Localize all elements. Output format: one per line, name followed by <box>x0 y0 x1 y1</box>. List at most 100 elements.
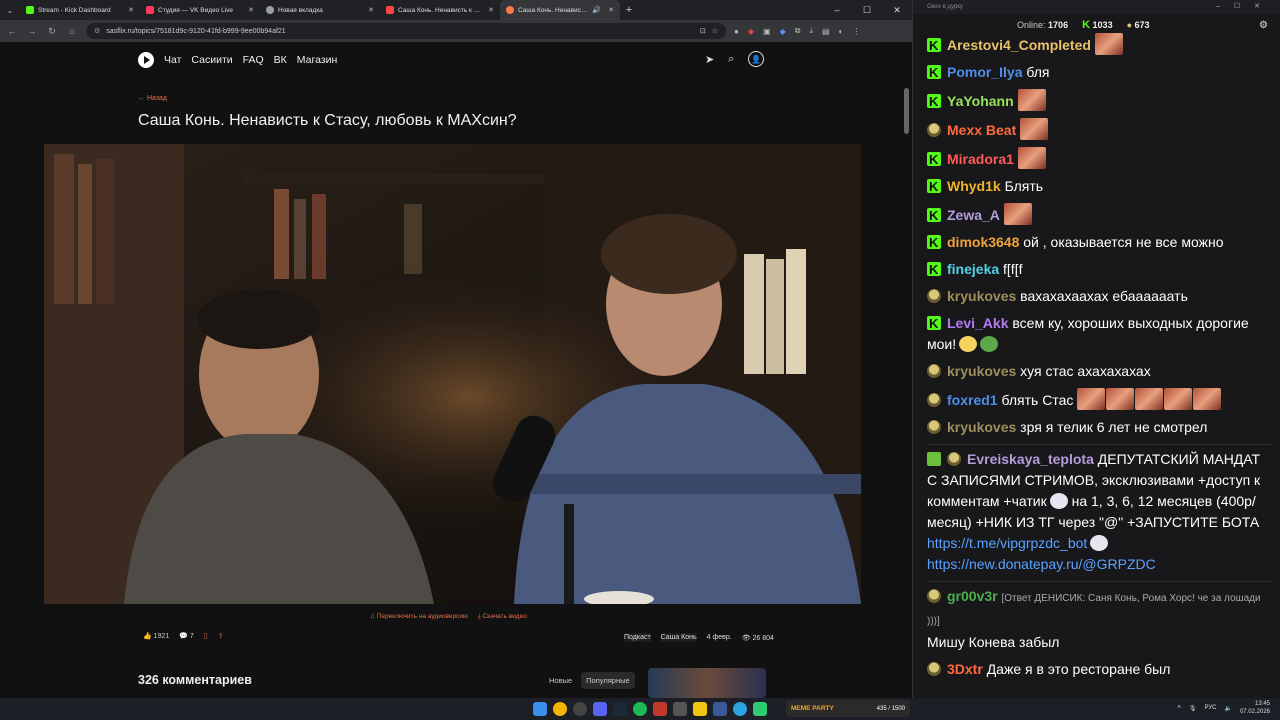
related-video-thumbnail[interactable] <box>648 668 766 698</box>
app-icon[interactable] <box>713 702 727 716</box>
chat-username[interactable]: Levi_Akk <box>947 315 1008 331</box>
reload-icon[interactable]: ↻ <box>46 26 58 37</box>
sort-new-tab[interactable]: Новые <box>544 672 577 689</box>
sort-popular-tab[interactable]: Популярные <box>581 672 635 689</box>
profile-icon[interactable]: ◐ <box>839 27 844 36</box>
extension-icon[interactable]: ◆ <box>748 27 754 36</box>
clock[interactable]: 13:45 07.02.2026 <box>1240 700 1270 716</box>
emote-icon <box>959 336 978 352</box>
share-icon[interactable]: ⇪ <box>218 632 224 640</box>
steam-icon[interactable] <box>613 702 627 716</box>
lang-indicator[interactable]: РУС <box>1204 705 1216 711</box>
tab-sasflix-active[interactable]: Саша Конь. Ненависть к С 🔊 ✕ <box>500 0 620 20</box>
extension-icon[interactable]: ▣ <box>763 27 771 36</box>
chrome-icon[interactable] <box>553 702 567 716</box>
tab-new-tab[interactable]: Новая вкладка ✕ <box>260 0 380 20</box>
close-icon[interactable]: ✕ <box>608 6 614 14</box>
nav-vk[interactable]: ВК <box>274 54 287 66</box>
comments-button[interactable]: 💬 7 <box>179 632 194 640</box>
nav-chat[interactable]: Чат <box>164 54 181 66</box>
close-icon[interactable]: ✕ <box>368 6 374 14</box>
telegram-bot-link[interactable]: https://t.me/vipgrpzdc_bot <box>927 535 1087 551</box>
back-arrow-icon[interactable]: ← <box>6 26 18 36</box>
chat-username[interactable]: kryukoves <box>947 419 1016 435</box>
chevron-up-icon[interactable]: ˄ <box>1177 705 1181 711</box>
chat-username[interactable]: Whyd1k <box>947 178 1001 194</box>
chat-message: finejeka f[f[f <box>927 259 1273 280</box>
url-input[interactable]: ⚙ sasflix.ru/topics/75181d9c-9120-41fd-b… <box>86 23 726 39</box>
menu-icon[interactable]: ⋮ <box>852 27 860 36</box>
extension-icon[interactable]: ◆ <box>780 27 786 36</box>
maximize-icon[interactable]: ☐ <box>852 0 882 20</box>
tab-vk-studio[interactable]: Студия — VK Видео Live ✕ <box>140 0 260 20</box>
nav-faq[interactable]: FAQ <box>243 54 264 66</box>
explorer-icon[interactable] <box>693 702 707 716</box>
install-icon[interactable]: ⊡ <box>700 27 706 35</box>
chat-username[interactable]: Mexx Beat <box>947 122 1016 138</box>
chat-username[interactable]: dimok3648 <box>947 234 1019 250</box>
like-button[interactable]: 👍 1921 <box>143 632 169 640</box>
download-video-link[interactable]: ⤓ Скачать видео <box>478 613 527 621</box>
send-icon[interactable]: ➤ <box>705 53 714 66</box>
tab-kick-dashboard[interactable]: Stream - Kick Dashboard ✕ <box>20 0 140 20</box>
user-avatar-icon[interactable]: 👤 <box>748 51 765 67</box>
app-icon[interactable] <box>673 702 687 716</box>
chat-username[interactable]: gr00v3r <box>947 588 998 604</box>
discord-icon[interactable] <box>593 702 607 716</box>
kick-badge-icon <box>927 259 941 280</box>
app-icon[interactable] <box>653 702 667 716</box>
audio-icon[interactable]: 🔊 <box>592 6 601 14</box>
meme-party-widget[interactable]: MEME PARTY 435 / 1500 <box>786 700 910 717</box>
chat-username[interactable]: Pomor_Ilya <box>947 64 1022 80</box>
nav-sasiiti[interactable]: Сасиити <box>191 54 232 66</box>
mic-icon[interactable]: 🎙 <box>1189 705 1197 712</box>
minimize-icon[interactable]: – <box>822 0 852 20</box>
donatepay-link[interactable]: https://new.donatepay.ru/@GRPZDC <box>927 556 1156 572</box>
forward-arrow-icon[interactable]: → <box>26 26 38 36</box>
chat-username[interactable]: Zewa_A <box>947 207 1000 223</box>
spotify-icon[interactable] <box>633 702 647 716</box>
close-icon[interactable]: ✕ <box>488 6 494 14</box>
chat-username[interactable]: kryukoves <box>947 363 1016 379</box>
chat-username[interactable]: 3Dxtr <box>947 661 983 677</box>
chat-username[interactable]: Miradora1 <box>947 151 1014 167</box>
volume-icon[interactable]: 🔈 <box>1224 705 1231 712</box>
back-link[interactable]: ← Назад <box>138 95 167 102</box>
close-icon[interactable]: ✕ <box>248 6 254 14</box>
video-player[interactable] <box>44 144 861 604</box>
site-logo-play-icon[interactable] <box>138 52 154 68</box>
tag-podcast[interactable]: Подкаст <box>624 633 651 642</box>
chat-username[interactable]: kryukoves <box>947 288 1016 304</box>
chat-username[interactable]: foxred1 <box>947 392 998 408</box>
close-icon[interactable]: ✕ <box>128 6 134 14</box>
windows-start-icon[interactable] <box>533 702 547 716</box>
obs-icon[interactable] <box>573 702 587 716</box>
chat-username[interactable]: Arestovi4_Completed <box>947 37 1091 53</box>
home-icon[interactable]: ⌂ <box>66 26 78 36</box>
chat-window-controls[interactable]: –☐✕ <box>1216 0 1274 14</box>
kick-badge-icon <box>927 35 941 56</box>
site-info-icon[interactable]: ⚙ <box>94 27 100 35</box>
bookmark-icon[interactable]: ▯ <box>204 632 208 640</box>
tab-youtube-video[interactable]: Саша Конь. Ненависть к Стас ✕ <box>380 0 500 20</box>
nav-shop[interactable]: Магазин <box>297 54 338 66</box>
app-icon[interactable] <box>753 702 767 716</box>
audio-version-link[interactable]: ♫ Переключить на аудиоверсию <box>370 613 468 621</box>
extension-icon[interactable]: ● <box>734 27 739 36</box>
new-tab-button[interactable]: + <box>620 4 638 16</box>
search-icon[interactable]: ⌕ <box>728 53 734 66</box>
chat-username[interactable]: finejeka <box>947 261 999 277</box>
puzzle-icon[interactable]: ⧉ <box>795 26 801 36</box>
chat-username[interactable]: Evreiskaya_teplota <box>967 451 1094 467</box>
tab-search-icon[interactable]: ⌄ <box>0 0 20 20</box>
taskbar-apps <box>533 702 767 716</box>
bookmark-star-icon[interactable]: ☆ <box>712 27 718 35</box>
sidepanel-icon[interactable]: ▤ <box>822 27 830 36</box>
page-scrollbar[interactable] <box>904 88 909 134</box>
chat-username[interactable]: YaYohann <box>947 93 1014 109</box>
telegram-icon[interactable] <box>733 702 747 716</box>
download-icon[interactable]: ⤓ <box>809 26 813 36</box>
close-window-icon[interactable]: ✕ <box>882 0 912 20</box>
settings-gear-icon[interactable]: ⚙ <box>1259 20 1268 31</box>
tag-sasha-kon[interactable]: Саша Конь <box>660 633 697 642</box>
